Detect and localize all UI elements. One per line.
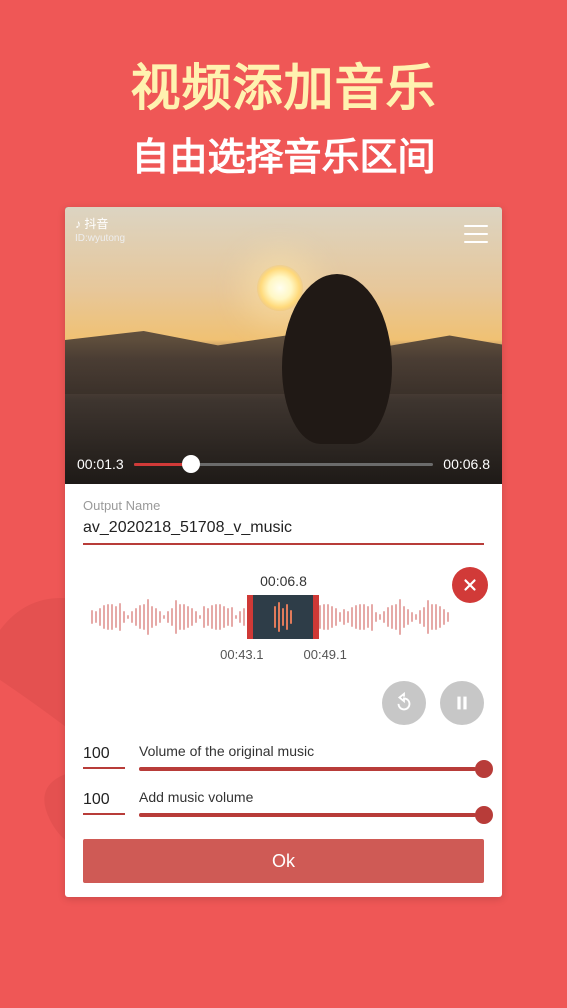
- clip-selection-handle[interactable]: [253, 595, 313, 639]
- hamburger-icon[interactable]: [464, 225, 488, 243]
- audio-waveform[interactable]: // placeholder; bars generated below aft…: [83, 595, 484, 639]
- page-headline: 视频添加音乐: [0, 0, 567, 120]
- clip-start-time: 00:43.1: [220, 647, 263, 662]
- video-source-tag: ♪ 抖音: [75, 215, 108, 232]
- ok-button[interactable]: Ok: [83, 839, 484, 883]
- original-volume-label: Volume of the original music: [139, 743, 484, 759]
- close-icon: [461, 576, 479, 594]
- original-volume-slider[interactable]: [139, 767, 484, 771]
- editor-panel: ♪ 抖音 ID:wyutong 00:01.3 00:06.8 Output N…: [65, 207, 502, 897]
- video-current-time: 00:01.3: [77, 456, 124, 472]
- output-name-label: Output Name: [83, 498, 484, 513]
- video-duration: 00:06.8: [443, 456, 490, 472]
- output-name-input[interactable]: [83, 515, 484, 545]
- video-seek-slider[interactable]: [134, 463, 434, 466]
- video-preview[interactable]: ♪ 抖音 ID:wyutong 00:01.3 00:06.8: [65, 207, 502, 484]
- pause-icon: [451, 692, 473, 714]
- clip-end-time: 00:49.1: [304, 647, 347, 662]
- added-volume-slider[interactable]: [139, 813, 484, 817]
- added-volume-label: Add music volume: [139, 789, 484, 805]
- video-source-id: ID:wyutong: [75, 233, 125, 244]
- rewind-icon: [393, 692, 415, 714]
- original-volume-input[interactable]: [83, 743, 125, 769]
- page-subhead: 自由选择音乐区间: [0, 126, 567, 181]
- clip-total-duration: 00:06.8: [83, 573, 484, 589]
- added-volume-input[interactable]: [83, 789, 125, 815]
- pause-button[interactable]: [440, 681, 484, 725]
- rewind-button[interactable]: [382, 681, 426, 725]
